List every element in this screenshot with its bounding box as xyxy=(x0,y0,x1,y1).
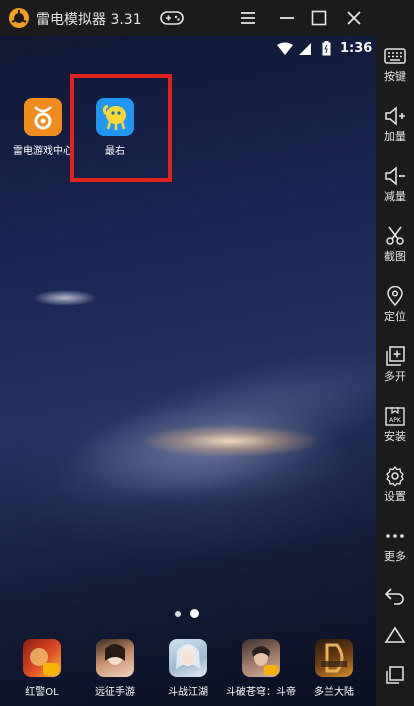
sidebar-item-label: 设置 xyxy=(384,490,406,503)
sidebar-item-label: 安装 xyxy=(384,430,406,443)
svg-text:APK: APK xyxy=(389,417,402,424)
sidebar-item-label: 定位 xyxy=(384,310,406,323)
maximize-icon[interactable] xyxy=(309,8,329,28)
minimize-icon[interactable] xyxy=(277,8,297,28)
doujianghu-game-icon xyxy=(169,639,207,677)
app-label: 远征手游 xyxy=(95,687,135,698)
app-label: 红警OL xyxy=(25,687,59,698)
dock-app-dolan[interactable]: 多兰大陆 xyxy=(296,639,372,698)
ldplayer-store-icon xyxy=(24,98,62,136)
status-bar: 1:36 xyxy=(0,36,376,62)
multi-instance-icon xyxy=(386,346,405,366)
app-label: 雷电游戏中心 xyxy=(13,146,73,157)
apk-install-icon: APK xyxy=(385,407,405,426)
sidebar-item-settings[interactable]: 设置 xyxy=(376,466,414,504)
sidebar-item-label: 加量 xyxy=(384,130,406,143)
sidebar-item-volume-up[interactable]: 加量 xyxy=(376,106,414,144)
sidebar-item-keymap[interactable]: 按键 xyxy=(376,46,414,84)
sidebar-item-more[interactable]: 更多 xyxy=(376,526,414,564)
dolan-game-icon xyxy=(315,639,353,677)
right-toolbar: 按键 加量 减量 截图 定位 多开 APK 安装 设置 更多 xyxy=(376,36,414,706)
sidebar-item-label: 减量 xyxy=(384,190,406,203)
status-time: 1:36 xyxy=(340,41,373,56)
app-label: 斗战江湖 xyxy=(168,687,208,698)
red-alert-game-icon xyxy=(23,639,61,677)
sidebar-item-install[interactable]: APK 安装 xyxy=(376,406,414,444)
dock-app-doujianghu[interactable]: 斗战江湖 xyxy=(150,639,226,698)
wifi-icon xyxy=(277,42,293,55)
location-pin-icon xyxy=(387,286,403,306)
back-icon xyxy=(384,588,404,605)
title-bar: 雷电模拟器 3.31 xyxy=(0,0,414,36)
gamepad-icon[interactable] xyxy=(160,10,184,26)
volume-up-icon xyxy=(385,106,405,126)
app-ldplayer-store[interactable]: 雷电游戏中心 xyxy=(6,98,80,157)
window-title: 雷电模拟器 3.31 xyxy=(36,12,142,28)
sidebar-item-label: 截图 xyxy=(384,250,406,263)
home-icon xyxy=(384,626,406,643)
menu-icon[interactable] xyxy=(238,8,258,28)
dock: 红警OL 远征手游 斗战江湖 斗破苍穹：斗帝 多兰大陆 xyxy=(0,636,376,706)
recents-icon xyxy=(386,666,404,684)
home-button[interactable] xyxy=(376,624,414,646)
dock-app-doupo[interactable]: 斗破苍穹：斗帝 xyxy=(223,639,299,698)
android-screen[interactable]: 1:36 雷电游戏中心 最右 红警OL 远征手游 斗战江湖 斗破苍穹：斗帝 多兰… xyxy=(0,36,376,706)
more-dots-icon xyxy=(386,534,404,538)
app-label: 多兰大陆 xyxy=(314,687,354,698)
scissors-icon xyxy=(386,226,404,245)
page-indicator[interactable] xyxy=(175,603,208,618)
gear-icon xyxy=(386,466,404,486)
signal-icon xyxy=(299,43,311,55)
wallpaper-galaxy xyxy=(20,323,376,549)
recents-button[interactable] xyxy=(376,664,414,686)
sidebar-item-label: 按键 xyxy=(384,70,406,83)
page-dot-active[interactable] xyxy=(190,609,199,618)
dock-app-expedition[interactable]: 远征手游 xyxy=(77,639,153,698)
close-icon[interactable] xyxy=(344,8,364,28)
app-label: 斗破苍穹：斗帝 xyxy=(226,687,296,698)
keyboard-icon xyxy=(384,48,406,64)
highlight-box xyxy=(70,74,172,182)
sidebar-item-label: 更多 xyxy=(384,550,406,563)
sidebar-item-location[interactable]: 定位 xyxy=(376,286,414,324)
ldplayer-logo-icon xyxy=(9,8,29,28)
volume-down-icon xyxy=(385,166,405,186)
battery-icon xyxy=(322,41,331,56)
page-dot[interactable] xyxy=(175,610,181,617)
sidebar-item-label: 多开 xyxy=(384,370,406,383)
sidebar-item-multi-instance[interactable]: 多开 xyxy=(376,346,414,384)
expedition-game-icon xyxy=(96,639,134,677)
sidebar-item-screenshot[interactable]: 截图 xyxy=(376,226,414,264)
sidebar-item-volume-down[interactable]: 减量 xyxy=(376,166,414,204)
doupo-game-icon xyxy=(242,639,280,677)
back-button[interactable] xyxy=(376,584,414,606)
dock-app-red-alert[interactable]: 红警OL xyxy=(4,639,80,698)
